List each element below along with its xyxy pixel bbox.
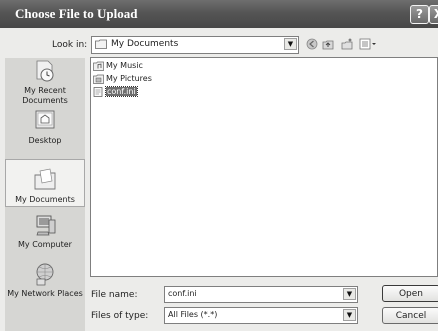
file-name: conf.ini	[105, 86, 138, 97]
list-item[interactable]: My Pictures	[93, 73, 152, 85]
place-my-computer[interactable]: My Computer	[5, 212, 85, 258]
list-item[interactable]: My Music	[93, 60, 143, 72]
place-label: My Network Places	[7, 289, 83, 298]
place-my-documents[interactable]: My Documents	[5, 159, 85, 207]
list-item[interactable]: conf.ini	[93, 86, 138, 98]
filetype-label: Files of type:	[91, 311, 149, 321]
folder-music-icon	[93, 61, 104, 71]
cancel-button[interactable]: Cancel	[382, 307, 438, 324]
place-network-places[interactable]: My Network Places	[5, 261, 85, 317]
file-dialog: Choose File to Upload ? X Look in: My Do…	[0, 0, 438, 331]
file-name: My Music	[106, 61, 143, 70]
filename-value: conf.ini	[168, 289, 197, 298]
close-button[interactable]: X	[429, 5, 438, 24]
my-documents-icon	[34, 168, 56, 190]
folder-icon	[95, 39, 107, 49]
place-desktop[interactable]: Desktop	[5, 108, 85, 152]
my-computer-icon	[36, 215, 56, 236]
filename-field[interactable]: conf.ini ▼	[164, 286, 358, 303]
recent-documents-icon	[36, 60, 54, 82]
dialog-title: Choose File to Upload	[15, 6, 138, 21]
views-menu-icon[interactable]	[358, 38, 378, 52]
chevron-down-icon[interactable]: ▼	[343, 309, 356, 321]
open-button[interactable]: Open	[382, 285, 438, 302]
back-icon[interactable]	[305, 38, 319, 52]
place-label: Desktop	[28, 136, 62, 145]
file-name: My Pictures	[106, 74, 152, 83]
up-folder-icon[interactable]	[321, 38, 335, 52]
place-label: My Documents	[15, 195, 75, 204]
lookin-value: My Documents	[111, 39, 179, 49]
network-places-icon	[36, 263, 54, 286]
title-bar[interactable]: Choose File to Upload ? X	[0, 0, 438, 28]
file-list[interactable]: My Music My Pictures conf.ini	[90, 57, 438, 277]
chevron-down-icon[interactable]: ▼	[284, 38, 297, 50]
help-button[interactable]: ?	[410, 5, 429, 24]
lookin-label: Look in:	[52, 40, 88, 50]
filename-label: File name:	[91, 290, 138, 300]
filetype-select[interactable]: All Files (*.*) ▼	[164, 307, 358, 324]
folder-pictures-icon	[93, 74, 104, 84]
place-label: My Recent Documents	[22, 86, 68, 105]
chevron-down-icon[interactable]: ▼	[343, 288, 356, 300]
desktop-icon	[35, 110, 55, 129]
new-folder-icon[interactable]	[340, 38, 354, 52]
lookin-dropdown[interactable]: My Documents ▼	[91, 36, 299, 54]
ini-file-icon	[93, 86, 103, 97]
filetype-value: All Files (*.*)	[168, 310, 218, 319]
places-bar: My Recent Documents Desktop My Documents	[5, 58, 85, 331]
place-label: My Computer	[18, 240, 72, 249]
place-recent-documents[interactable]: My Recent Documents	[5, 58, 85, 108]
